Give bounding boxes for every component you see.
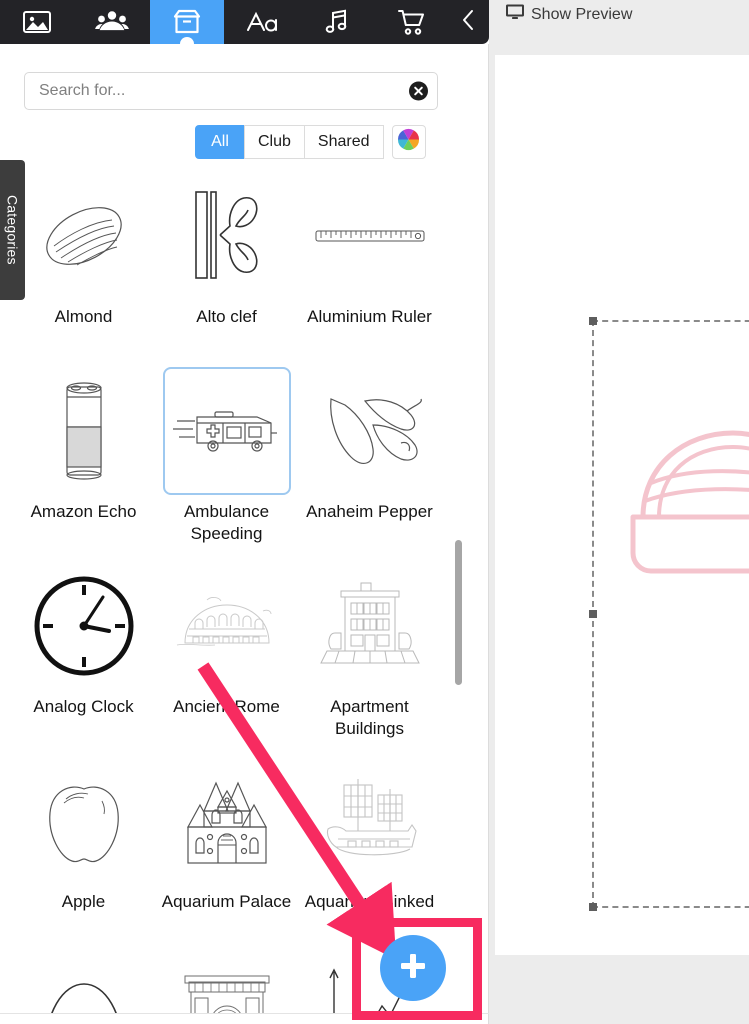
categories-tab[interactable]: Categories <box>0 160 25 300</box>
music-note-icon <box>324 9 350 35</box>
people-icon <box>95 9 130 35</box>
sticker-item[interactable] <box>12 946 155 1014</box>
ambulance-icon <box>171 399 283 463</box>
tab-shop[interactable] <box>374 0 449 44</box>
text-aa-icon <box>245 10 279 34</box>
sticker-item[interactable]: Anaheim Pepper <box>298 361 441 556</box>
search-bar <box>24 72 438 110</box>
tab-stickers[interactable] <box>149 0 225 51</box>
sticker-thumbnail <box>305 172 434 300</box>
tab-text[interactable] <box>224 0 299 44</box>
sticker-item[interactable]: Analog Clock <box>12 556 155 751</box>
analog-clock-icon <box>31 573 137 679</box>
arch-icon <box>34 966 134 1014</box>
filter-club[interactable]: Club <box>244 125 305 159</box>
tab-photos[interactable] <box>0 0 75 44</box>
amazon-echo-icon <box>55 379 113 483</box>
sticker-item[interactable]: Ancient Rome <box>155 556 298 751</box>
sticker-item[interactable]: Apartment Buildings <box>298 556 441 751</box>
sticker-thumbnail <box>162 562 291 690</box>
sticker-label: Anaheim Pepper <box>306 502 433 521</box>
sticker-thumbnail <box>162 952 291 1014</box>
search-input[interactable] <box>24 72 438 110</box>
main-toolbar <box>0 0 489 51</box>
collapse-panel-button[interactable] <box>449 0 489 44</box>
sticker-thumbnail <box>305 367 434 495</box>
annotation-highlight-box <box>352 918 482 1020</box>
stickers-panel: All Club Shared <box>0 0 489 1024</box>
sticker-item[interactable]: Alto clef <box>155 166 298 361</box>
sticker-item-selected[interactable]: Ambulance Speeding <box>155 361 298 556</box>
sticker-grid: Almond Alto clef Aluminium Ruler Amazon … <box>0 166 489 1014</box>
sticker-thumbnail <box>162 367 291 495</box>
sticker-label: Apartment Buildings <box>330 697 409 738</box>
categories-tab-label: Categories <box>4 195 21 265</box>
design-canvas[interactable] <box>495 55 749 955</box>
image-icon <box>22 9 52 35</box>
color-filter-button[interactable] <box>391 125 426 159</box>
sticker-item[interactable]: Almond <box>12 166 155 361</box>
castle-icon <box>174 771 280 871</box>
selection-bounding-box[interactable] <box>589 317 749 911</box>
clear-circle-icon[interactable] <box>409 81 428 101</box>
canvas-pane: Show Preview <box>489 0 749 1024</box>
arc-de-triomphe-icon <box>175 966 279 1014</box>
monitor-icon <box>506 4 524 25</box>
apple-icon <box>40 773 128 869</box>
sticker-grid-scrollbar[interactable] <box>455 540 462 685</box>
sticker-label: Alto clef <box>196 307 257 326</box>
sticker-thumbnail <box>19 562 148 690</box>
sticker-item[interactable]: Amazon Echo <box>12 361 155 556</box>
filter-all[interactable]: All <box>195 125 245 159</box>
filter-shared[interactable]: Shared <box>303 125 384 159</box>
sticker-label: Aluminium Ruler <box>307 307 432 326</box>
sticker-thumbnail <box>19 952 148 1014</box>
apartment-icon <box>317 581 423 671</box>
shopping-cart-icon <box>397 9 426 36</box>
sunken-ship-icon <box>316 771 424 871</box>
pepper-icon <box>315 381 425 481</box>
sticker-label: Amazon Echo <box>30 502 137 521</box>
resize-handle-bottom-left[interactable] <box>589 903 597 911</box>
scrollbar-thumb[interactable] <box>455 540 462 685</box>
sticker-item[interactable]: Aluminium Ruler <box>298 166 441 361</box>
color-wheel-icon <box>397 128 420 156</box>
sticker-thumbnail <box>305 562 434 690</box>
sticker-thumbnail <box>19 367 148 495</box>
sticker-thumbnail <box>162 172 291 300</box>
sticker-thumbnail <box>19 172 148 300</box>
sticker-label: Ancient Rome <box>173 697 280 716</box>
sticker-box-icon <box>172 8 202 36</box>
sticker-label: Aquarium Palace <box>161 892 292 911</box>
app-root: All Club Shared <box>0 0 749 1024</box>
almond-icon <box>34 192 134 280</box>
resize-handle-middle-left[interactable] <box>589 610 597 618</box>
sticker-thumbnail <box>19 757 148 885</box>
colosseum-icon <box>171 591 283 661</box>
sticker-label: Analog Clock <box>33 697 134 716</box>
sticker-item[interactable]: Apple <box>12 751 155 946</box>
sticker-label: Almond <box>54 307 113 326</box>
sticker-item[interactable] <box>155 946 298 1014</box>
ruler-icon <box>315 224 425 248</box>
tab-people[interactable] <box>75 0 150 44</box>
sticker-label: Ambulance Speeding <box>183 502 270 543</box>
filter-segmented-control: All Club Shared <box>195 125 426 159</box>
sticker-label: Apple <box>61 892 106 911</box>
show-preview-toggle[interactable]: Show Preview <box>506 4 632 25</box>
sticker-item[interactable]: Aquarium Palace <box>155 751 298 946</box>
show-preview-label: Show Preview <box>531 5 633 23</box>
sticker-thumbnail <box>162 757 291 885</box>
alto-clef-icon <box>190 188 264 284</box>
sticker-item[interactable]: Aquarium Sinked Ship <box>298 751 441 946</box>
chevron-left-icon <box>462 9 475 36</box>
sticker-thumbnail <box>305 757 434 885</box>
tab-music[interactable] <box>299 0 374 44</box>
resize-handle-top-left[interactable] <box>589 317 597 325</box>
